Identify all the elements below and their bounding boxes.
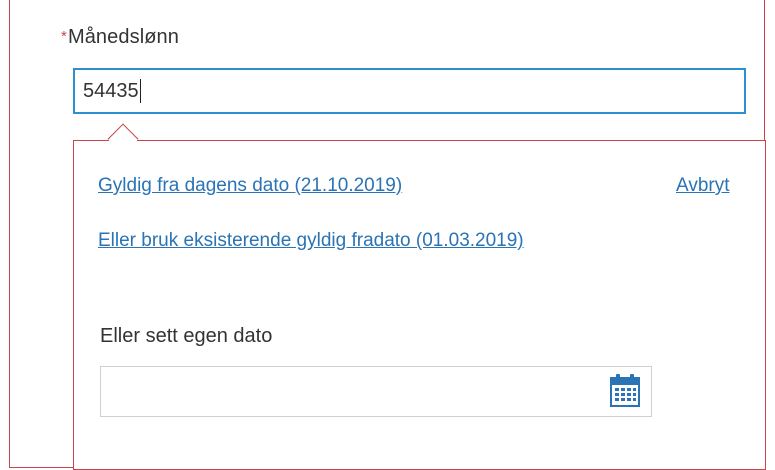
custom-date-label: Eller sett egen dato (100, 325, 273, 347)
custom-date-input[interactable] (100, 366, 652, 417)
salary-input-value: 54435 (83, 80, 139, 102)
salary-label-text: Månedslønn (67, 26, 179, 48)
monthly-salary-input[interactable]: 54435 (73, 68, 746, 114)
text-cursor (139, 79, 141, 103)
use-existing-date-link[interactable]: Eller bruk eksisterende gyldig fradato (… (98, 224, 568, 258)
calendar-icon (610, 374, 640, 407)
calendar-button[interactable] (608, 372, 642, 410)
valid-from-today-link[interactable]: Gyldig fra dagens dato (21.10.2019) (98, 169, 402, 203)
required-marker: * (61, 28, 67, 45)
salary-field-label: *Månedslønn (61, 26, 179, 49)
cancel-link[interactable]: Avbryt (676, 169, 730, 203)
